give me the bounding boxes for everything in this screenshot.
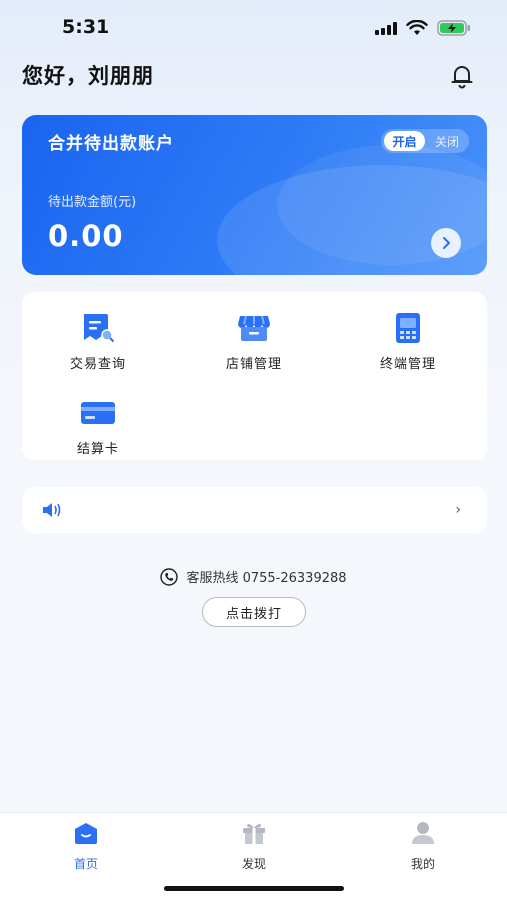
- hotline-text: 客服热线 0755-26339288: [186, 571, 347, 586]
- tab-discover[interactable]: 发现: [204, 821, 304, 872]
- bank-card-icon: [81, 402, 115, 424]
- account-card[interactable]: 合并待出款账户 开启 关闭 待出款金额(元) 0.00: [22, 115, 487, 275]
- wifi-icon: [406, 20, 428, 35]
- home-icon: [75, 823, 97, 844]
- menu-item-label: 店铺管理: [225, 357, 282, 372]
- hotline: 客服热线 0755-26339288: [0, 567, 507, 590]
- notice-bar[interactable]: ›: [22, 487, 487, 533]
- phone-icon: [160, 567, 179, 586]
- call-button[interactable]: 点击拨打: [202, 597, 306, 627]
- menu-grid: 交易查询 店铺管理 终端管理 结算卡: [22, 292, 487, 460]
- greeting-row: 您好，刘朋朋: [22, 58, 485, 94]
- menu-item-label: 终端管理: [379, 357, 436, 372]
- store-icon: [238, 315, 270, 341]
- menu-item-label: 结算卡: [76, 442, 119, 457]
- menu-item-terminal-management[interactable]: 终端管理: [348, 312, 468, 372]
- status-time: 5:31: [62, 16, 110, 38]
- user-icon: [412, 822, 434, 844]
- menu-item-settlement-card[interactable]: 结算卡: [38, 397, 158, 457]
- status-icons: [375, 20, 471, 36]
- battery-charging-icon: [437, 20, 470, 36]
- toggle-on-option[interactable]: 开启: [384, 131, 425, 151]
- speaker-icon: [43, 503, 61, 517]
- account-card-title: 合并待出款账户: [48, 134, 174, 154]
- merge-account-toggle[interactable]: 开启 关闭: [381, 129, 469, 153]
- tab-mine[interactable]: 我的: [373, 821, 473, 872]
- terminal-icon: [396, 313, 420, 343]
- menu-item-transaction-query[interactable]: 交易查询: [38, 312, 158, 372]
- amount-value: 0.00: [48, 219, 124, 253]
- menu-item-label: 交易查询: [69, 357, 126, 372]
- cellular-signal-icon: [375, 21, 397, 35]
- gift-icon: [243, 824, 265, 844]
- chevron-right-icon: [443, 237, 450, 249]
- amount-label: 待出款金额(元): [48, 195, 137, 210]
- status-bar: 5:31: [0, 0, 507, 56]
- account-detail-button[interactable]: [431, 228, 461, 258]
- tab-home[interactable]: 首页: [36, 821, 136, 872]
- menu-item-store-management[interactable]: 店铺管理: [194, 312, 314, 372]
- bell-icon[interactable]: [449, 63, 475, 89]
- tab-label: 发现: [241, 857, 266, 871]
- toggle-off-option[interactable]: 关闭: [427, 133, 467, 150]
- tab-label: 我的: [410, 857, 435, 871]
- home-indicator: [164, 886, 344, 891]
- transaction-query-icon: [84, 314, 114, 342]
- tab-label: 首页: [73, 857, 98, 871]
- greeting-text: 您好，刘朋朋: [22, 64, 154, 88]
- chevron-right-icon: ›: [455, 502, 461, 518]
